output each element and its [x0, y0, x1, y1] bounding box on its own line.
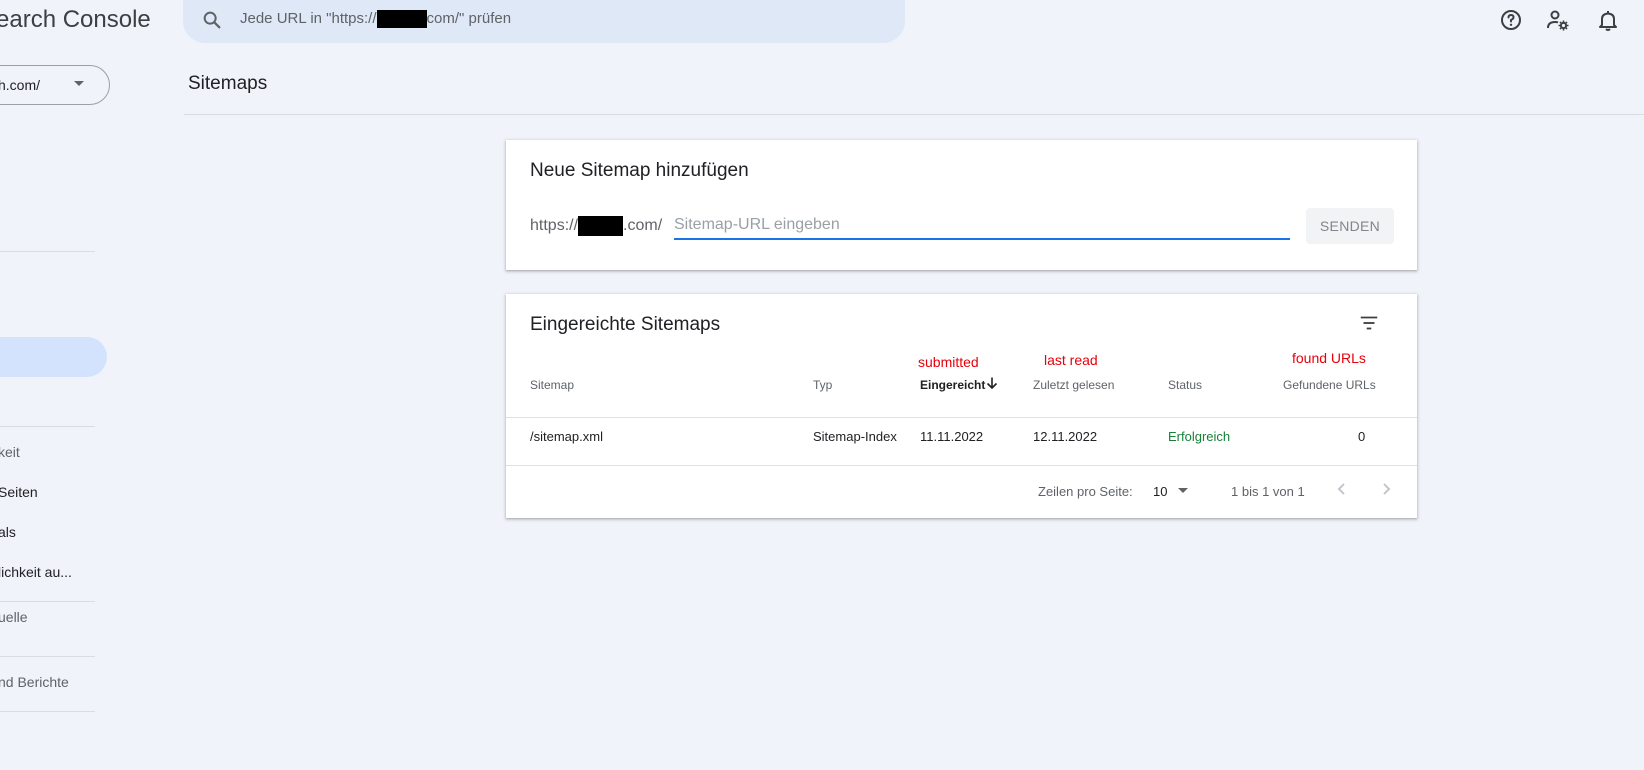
chevron-right-icon[interactable]	[1377, 480, 1395, 498]
rows-per-page-dropdown-icon[interactable]	[1178, 488, 1188, 493]
cell-submitted: 11.11.2022	[920, 429, 984, 444]
cell-type: Sitemap-Index	[813, 429, 897, 444]
sidebar-item-label[interactable]: als	[0, 524, 16, 540]
url-prefix-start: https://	[530, 217, 579, 235]
sidebar-divider	[0, 711, 95, 712]
dropdown-arrow-icon[interactable]	[74, 81, 84, 86]
redacted-domain	[578, 216, 624, 236]
add-sitemap-title: Neue Sitemap hinzufügen	[530, 160, 749, 181]
rows-per-page-label: Zeilen pro Seite:	[1038, 484, 1133, 499]
submitted-sitemaps-title: Eingereichte Sitemaps	[530, 314, 721, 335]
sidebar-item-label[interactable]: Seiten	[0, 484, 38, 500]
sidebar-section-label: uelle	[0, 609, 28, 625]
sidebar-item-sitemaps-active[interactable]	[0, 337, 107, 377]
column-header-last-read[interactable]: Zuletzt gelesen	[1033, 378, 1114, 392]
help-icon[interactable]	[1499, 8, 1523, 32]
sidebar-section-label: nd Berichte	[0, 674, 69, 690]
sidebar-divider	[0, 426, 95, 427]
sidebar-divider	[0, 656, 95, 657]
search-placeholder-start: Jede URL in "https://	[240, 10, 377, 27]
cell-sitemap[interactable]: /sitemap.xml	[530, 429, 603, 444]
column-header-type[interactable]: Typ	[813, 378, 832, 392]
search-placeholder-end: com/" prüfen	[426, 10, 512, 27]
sidebar-divider	[0, 251, 95, 252]
user-settings-icon[interactable]	[1546, 8, 1570, 32]
chevron-left-icon[interactable]	[1333, 480, 1351, 498]
notifications-icon[interactable]	[1596, 8, 1620, 32]
rows-per-page-select[interactable]: 10	[1153, 484, 1167, 499]
add-sitemap-card: Neue Sitemap hinzufügen https:// .com/ SE…	[506, 140, 1417, 270]
column-header-status[interactable]: Status	[1168, 378, 1202, 392]
send-button[interactable]: SENDEN	[1306, 208, 1394, 244]
table-divider	[506, 417, 1417, 418]
url-prefix-end: .com/	[623, 217, 663, 235]
property-label: h.com/	[0, 77, 41, 93]
annotation-submitted: submitted	[918, 354, 979, 370]
sidebar-item-label[interactable]: keit	[0, 444, 20, 460]
table-divider	[506, 465, 1417, 466]
cell-status: Erfolgreich	[1168, 429, 1231, 444]
column-header-submitted[interactable]: Eingereicht	[920, 378, 985, 392]
sidebar-divider	[0, 601, 95, 602]
app-title: earch Console	[0, 6, 151, 33]
sort-descending-icon[interactable]	[985, 376, 999, 390]
sitemap-url-input[interactable]	[674, 212, 1290, 240]
page-title: Sitemaps	[188, 73, 268, 94]
column-header-found-urls[interactable]: Gefundene URLs	[1283, 378, 1376, 392]
sidebar-item-label[interactable]: lichkeit au...	[0, 564, 72, 580]
annotation-last-read: last read	[1044, 352, 1098, 368]
header-divider	[184, 114, 1644, 115]
search-placeholder[interactable]: Jede URL in "https:// com/" prüfen	[240, 10, 512, 29]
pagination-range: 1 bis 1 von 1	[1231, 484, 1305, 499]
search-icon[interactable]	[201, 9, 223, 31]
column-header-sitemap[interactable]: Sitemap	[530, 378, 574, 392]
cell-found-urls: 0	[1358, 429, 1366, 444]
filter-icon[interactable]	[1358, 312, 1380, 334]
annotation-found-urls: found URLs	[1292, 350, 1366, 366]
submitted-sitemaps-card: Eingereichte Sitemaps submitted last rea…	[506, 294, 1417, 518]
cell-last-read: 12.11.2022	[1033, 429, 1098, 444]
redacted-domain	[376, 10, 427, 29]
sitemap-url-prefix: https:// .com/	[530, 216, 662, 236]
